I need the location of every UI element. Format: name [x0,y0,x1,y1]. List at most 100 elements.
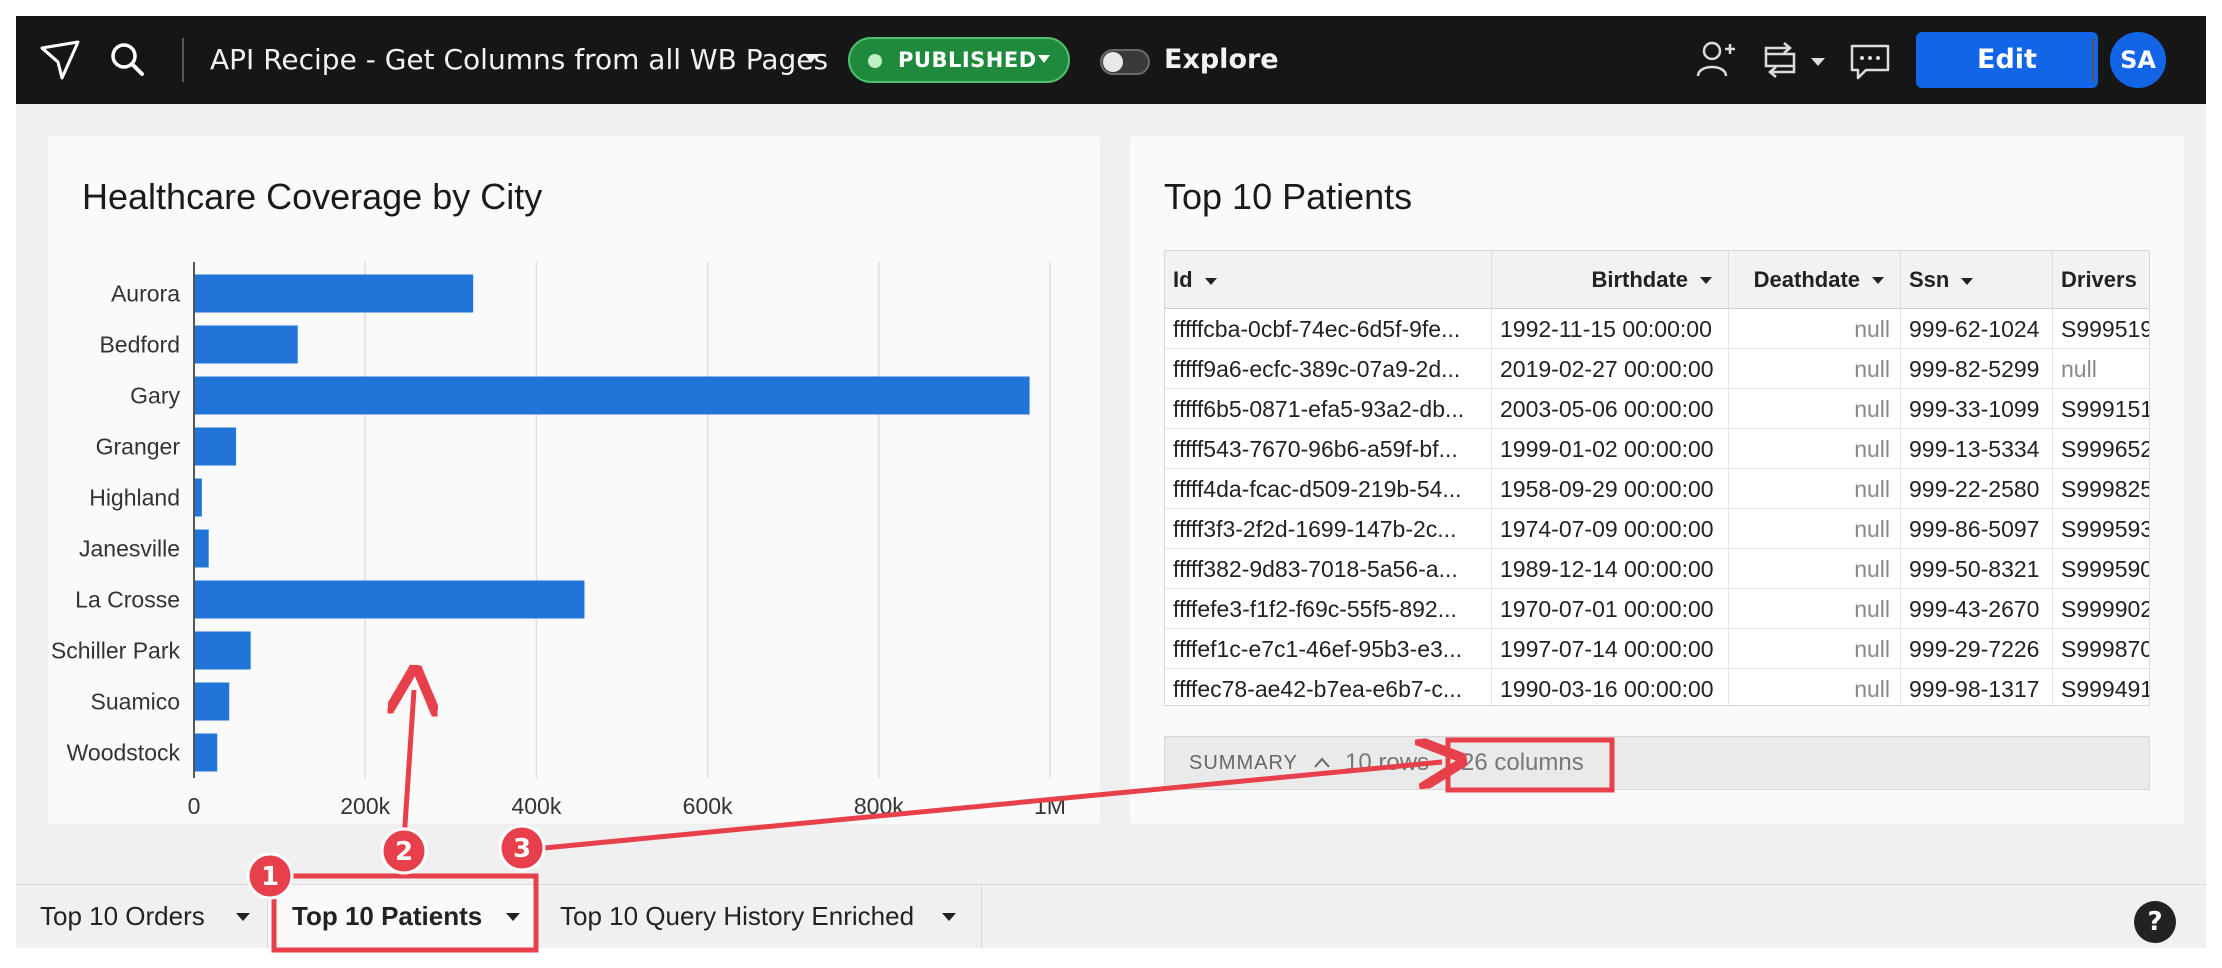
cell-drivers[interactable]: null [2053,349,2149,389]
bar[interactable] [195,427,237,466]
bar-chart[interactable]: 0 200k 400k 600k 800k 1M Aurora Bedford Gary Gran… [48,136,1100,824]
cell-id[interactable]: ffffec78-ae42-b7ea-e6b7-c... [1165,669,1492,705]
cell-birthdate[interactable]: 1990-03-16 00:00:00 [1492,669,1729,705]
table-row[interactable]: ffffef1c-e7c1-46ef-95b3-e3... 1997-07-14 … [1165,629,2149,669]
y-category-label: Suamico [91,689,180,715]
refresh-icon[interactable] [1756,36,1804,84]
chevron-up-icon[interactable] [1313,755,1331,769]
cell-deathdate[interactable]: null [1729,309,1901,349]
table-row[interactable]: fffff4da-fcac-d509-219b-54... 1958-09-29 … [1165,469,2149,509]
bar[interactable] [195,631,251,670]
cell-ssn[interactable]: 999-82-5299 [1901,349,2053,389]
chevron-down-icon[interactable] [804,54,818,64]
column-header-drivers[interactable]: Drivers [2053,251,2149,309]
tab-top-10-orders[interactable]: Top 10 Orders [16,885,268,948]
cell-birthdate[interactable]: 1958-09-29 00:00:00 [1492,469,1729,509]
cell-drivers[interactable]: S999825 [2053,469,2149,509]
cell-birthdate[interactable]: 2019-02-27 00:00:00 [1492,349,1729,389]
search-icon[interactable] [104,36,152,84]
tab-label: Top 10 Orders [40,901,205,931]
cell-ssn[interactable]: 999-43-2670 [1901,589,2053,629]
sigma-logo-icon[interactable] [38,38,82,82]
bar[interactable] [195,376,1030,415]
column-header-label: Ssn [1909,267,1950,292]
cell-ssn[interactable]: 999-50-8321 [1901,549,2053,589]
table-row[interactable]: fffff543-7670-96b6-a59f-bf... 1999-01-02 … [1165,429,2149,469]
cell-deathdate[interactable]: null [1729,669,1901,705]
cell-ssn[interactable]: 999-33-1099 [1901,389,2053,429]
cell-deathdate[interactable]: null [1729,349,1901,389]
cell-deathdate[interactable]: null [1729,429,1901,469]
table-row[interactable]: fffffcba-0cbf-74ec-6d5f-9fe... 1992-11-15… [1165,309,2149,349]
table-row[interactable]: fffff6b5-0871-efa5-93a2-db... 2003-05-06 … [1165,389,2149,429]
cell-birthdate[interactable]: 2003-05-06 00:00:00 [1492,389,1729,429]
cell-drivers[interactable]: S999491 [2053,669,2149,705]
cell-birthdate[interactable]: 1974-07-09 00:00:00 [1492,509,1729,549]
avatar[interactable]: SA [2110,32,2166,88]
cell-id[interactable]: fffffcba-0cbf-74ec-6d5f-9fe... [1165,309,1492,349]
column-header-ssn[interactable]: Ssn [1901,251,2053,309]
status-badge[interactable]: PUBLISHED [848,37,1070,83]
cell-birthdate[interactable]: 1999-01-02 00:00:00 [1492,429,1729,469]
cell-drivers[interactable]: S999519 [2053,309,2149,349]
bar[interactable] [195,325,298,364]
edit-button[interactable]: Edit [1916,32,2098,88]
cell-deathdate[interactable]: null [1729,509,1901,549]
table-summary-bar[interactable]: SUMMARY 10 rows 26 columns [1164,736,2150,790]
cell-ssn[interactable]: 999-22-2580 [1901,469,2053,509]
column-header-deathdate[interactable]: Deathdate [1729,251,1901,309]
cell-id[interactable]: fffff382-9d83-7018-5a56-a... [1165,549,1492,589]
workbook-title[interactable]: API Recipe - Get Columns from all WB Pag… [210,36,828,84]
cell-birthdate[interactable]: 1992-11-15 00:00:00 [1492,309,1729,349]
cell-ssn[interactable]: 999-98-1317 [1901,669,2053,705]
table-row[interactable]: fffff382-9d83-7018-5a56-a... 1989-12-14 0… [1165,549,2149,589]
tab-top-10-patients[interactable]: Top 10 Patients [268,885,536,948]
cell-deathdate[interactable]: null [1729,629,1901,669]
cell-ssn[interactable]: 999-29-7226 [1901,629,2053,669]
cell-id[interactable]: fffff3f3-2f2d-1699-147b-2c... [1165,509,1492,549]
cell-birthdate[interactable]: 1970-07-01 00:00:00 [1492,589,1729,629]
bar[interactable] [195,529,209,568]
cell-drivers[interactable]: S999870 [2053,629,2149,669]
cell-ssn[interactable]: 999-86-5097 [1901,509,2053,549]
cell-drivers[interactable]: S999590 [2053,549,2149,589]
cell-birthdate[interactable]: 1997-07-14 00:00:00 [1492,629,1729,669]
cell-drivers[interactable]: S999151 [2053,389,2149,429]
cell-id[interactable]: fffff6b5-0871-efa5-93a2-db... [1165,389,1492,429]
patients-table[interactable]: Id Birthdate Deathdate Ssn Drivers fffff… [1164,250,2150,706]
table-row[interactable]: ffffefe3-f1f2-f69c-55f5-892... 1970-07-01… [1165,589,2149,629]
table-row[interactable]: fffff3f3-2f2d-1699-147b-2c... 1974-07-09 … [1165,509,2149,549]
column-header-id[interactable]: Id [1165,251,1492,309]
add-user-icon[interactable] [1692,36,1740,84]
chart-panel[interactable]: Healthcare Coverage by City 0 200k 400k 600… [48,136,1100,824]
help-button[interactable]: ? [2134,901,2176,943]
cell-id[interactable]: fffff9a6-ecfc-389c-07a9-2d... [1165,349,1492,389]
chevron-down-icon[interactable] [1806,36,1830,84]
comments-icon[interactable] [1846,36,1894,84]
cell-deathdate[interactable]: null [1729,549,1901,589]
cell-ssn[interactable]: 999-62-1024 [1901,309,2053,349]
explore-toggle[interactable] [1100,49,1150,75]
bar[interactable] [195,580,585,619]
cell-drivers[interactable]: S999593 [2053,509,2149,549]
cell-id[interactable]: fffff4da-fcac-d509-219b-54... [1165,469,1492,509]
cell-deathdate[interactable]: null [1729,589,1901,629]
cell-deathdate[interactable]: null [1729,389,1901,429]
cell-drivers[interactable]: S999652 [2053,429,2149,469]
cell-id[interactable]: ffffefe3-f1f2-f69c-55f5-892... [1165,589,1492,629]
bar[interactable] [195,274,474,313]
cell-deathdate[interactable]: null [1729,469,1901,509]
table-panel[interactable]: Top 10 Patients Id Birthdate Deathdate S… [1130,136,2184,824]
tab-top-10-query-history-enriched[interactable]: Top 10 Query History Enriched [536,885,982,948]
bar[interactable] [195,682,230,721]
cell-ssn[interactable]: 999-13-5334 [1901,429,2053,469]
cell-birthdate[interactable]: 1989-12-14 00:00:00 [1492,549,1729,589]
cell-drivers[interactable]: S999902 [2053,589,2149,629]
table-row[interactable]: ffffec78-ae42-b7ea-e6b7-c... 1990-03-16 0… [1165,669,2149,705]
bar[interactable] [195,733,218,772]
cell-id[interactable]: fffff543-7670-96b6-a59f-bf... [1165,429,1492,469]
table-row[interactable]: fffff9a6-ecfc-389c-07a9-2d... 2019-02-27 … [1165,349,2149,389]
bar[interactable] [195,478,202,517]
cell-id[interactable]: ffffef1c-e7c1-46ef-95b3-e3... [1165,629,1492,669]
column-header-birthdate[interactable]: Birthdate [1492,251,1729,309]
